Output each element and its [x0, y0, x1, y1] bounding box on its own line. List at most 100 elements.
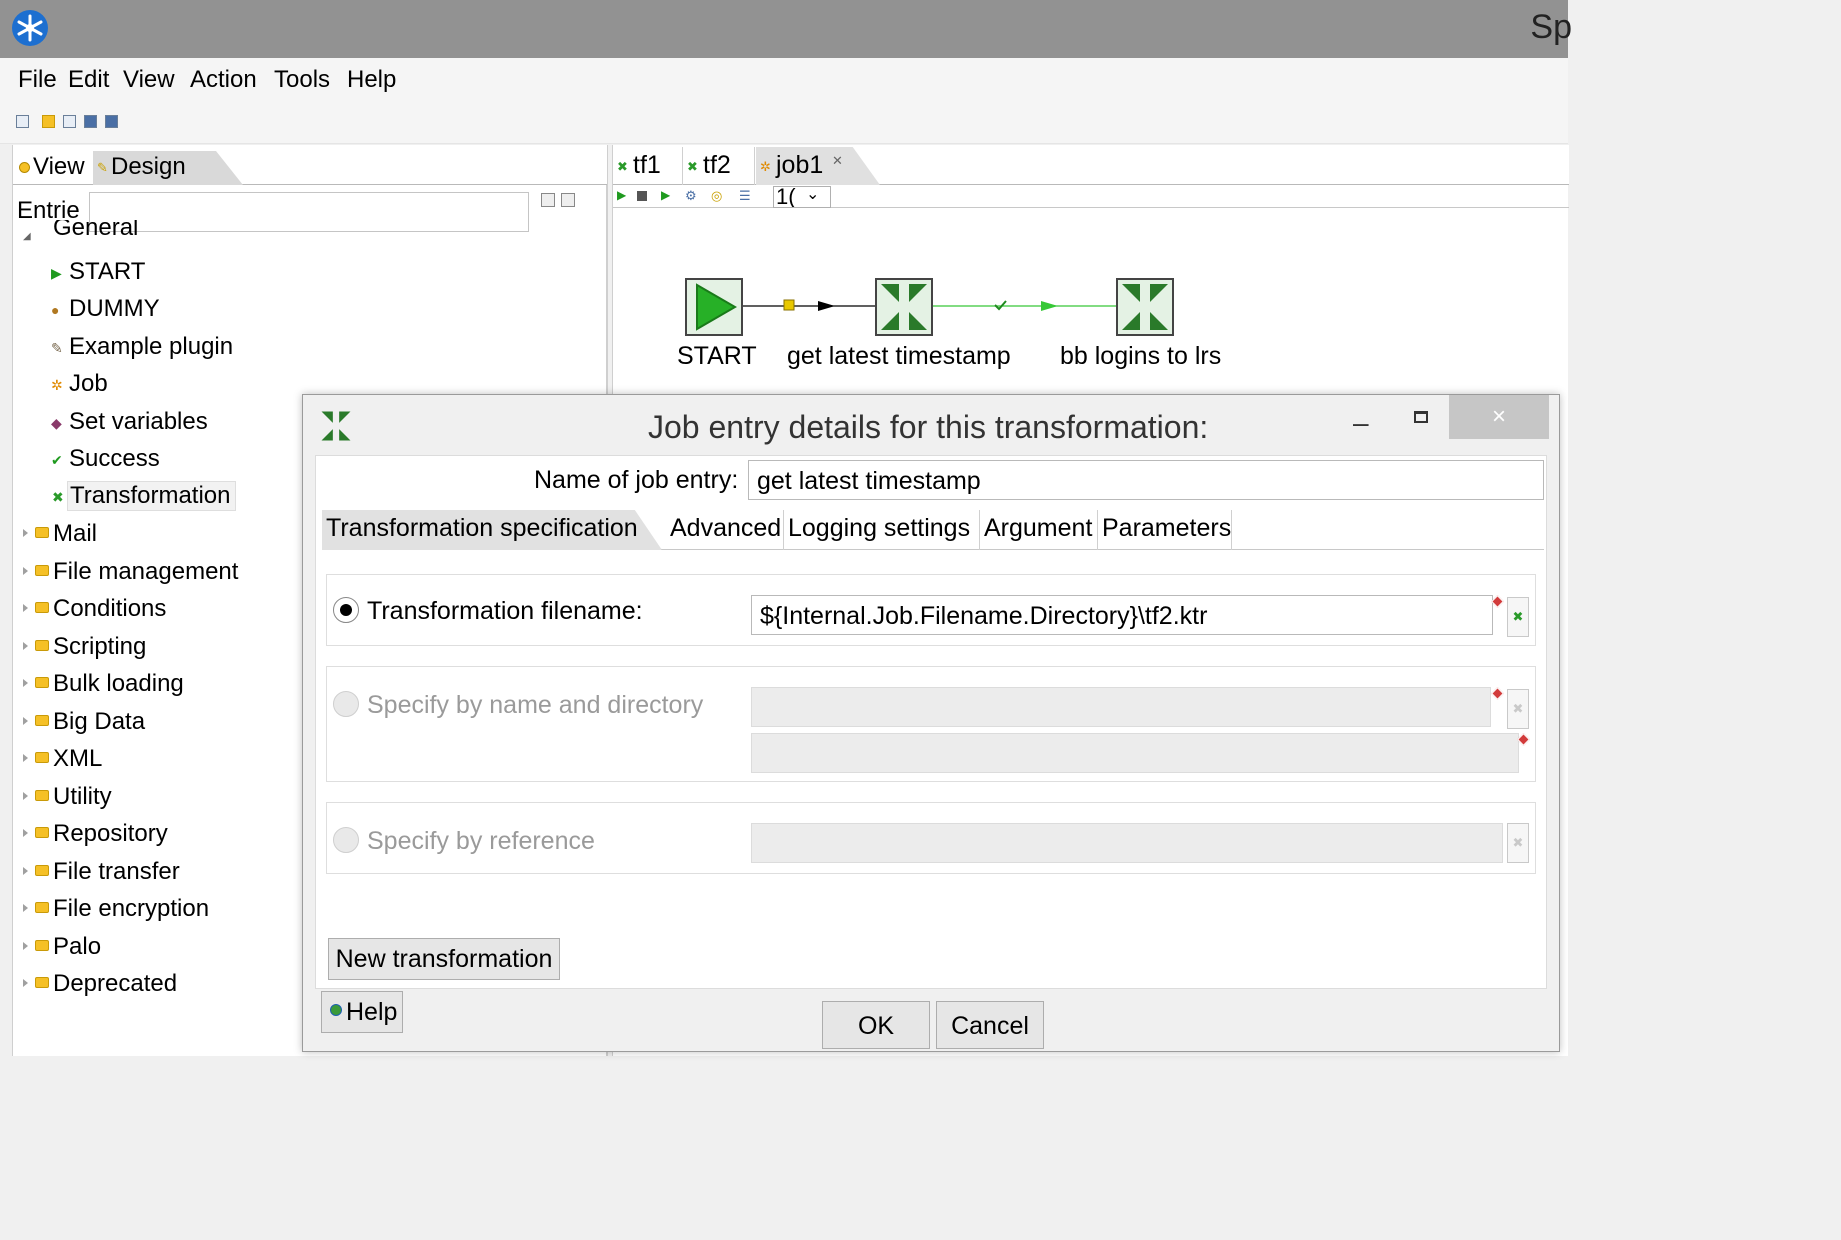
expand-arrow-icon[interactable]: [23, 717, 28, 725]
transformation-filename-value: ${Internal.Job.Filename.Directory}\tf2.k…: [760, 602, 1208, 630]
save-icon[interactable]: [84, 115, 97, 128]
expand-arrow-icon[interactable]: [23, 904, 28, 912]
tab-label: Transformation specification: [326, 514, 638, 542]
tree-item-label: DUMMY: [69, 295, 160, 322]
maximize-icon[interactable]: [1414, 411, 1428, 423]
tree-folder-utility[interactable]: Utility: [23, 783, 112, 811]
expand-arrow-icon[interactable]: [23, 979, 28, 987]
tree-item-transformation[interactable]: ✖ Transformation: [52, 481, 236, 511]
button-label: New transformation: [335, 945, 553, 973]
tree-folder-big-data[interactable]: Big Data: [23, 708, 145, 736]
tree-folder-file-encryption[interactable]: File encryption: [23, 895, 210, 923]
title-bar: Sp: [0, 0, 1572, 58]
menu-file[interactable]: File: [18, 66, 57, 94]
menu-action[interactable]: Action: [190, 66, 257, 94]
expand-arrow-icon[interactable]: [23, 679, 28, 687]
menu-tools[interactable]: Tools: [274, 66, 330, 94]
entries-search-input[interactable]: [89, 192, 529, 232]
tree-folder-label: Scripting: [53, 633, 147, 660]
tree-item-example-plugin[interactable]: ✎ Example plugin: [51, 333, 234, 361]
menu-bar: File Edit View Action Tools Help: [0, 58, 1568, 100]
view-icon: [19, 162, 30, 173]
explore-repository-icon[interactable]: [63, 115, 76, 128]
tab-argument[interactable]: Argument: [980, 510, 1098, 550]
menu-help[interactable]: Help: [347, 66, 396, 94]
tree-folder-conditions[interactable]: Conditions: [23, 595, 166, 623]
tree-folder-xml[interactable]: XML: [23, 745, 102, 773]
expand-arrow-icon[interactable]: [23, 829, 28, 837]
expand-arrow-icon[interactable]: [23, 867, 28, 875]
expand-arrow-icon[interactable]: [23, 754, 28, 762]
tab-logging-settings[interactable]: Logging settings: [784, 510, 980, 550]
transformation-name-input[interactable]: [751, 687, 1491, 727]
tree-folder-general[interactable]: General: [53, 220, 138, 248]
menu-edit[interactable]: Edit: [68, 66, 109, 94]
dialog-title: Job entry details for this transformatio…: [648, 409, 1209, 445]
button-label: OK: [857, 1012, 895, 1040]
close-button[interactable]: ×: [1449, 395, 1549, 439]
folder-icon: [35, 827, 49, 838]
transformation-arrows-icon: [881, 284, 927, 330]
cancel-button[interactable]: Cancel: [936, 1001, 1044, 1049]
expand-arrow-icon[interactable]: [23, 604, 28, 612]
transformation-filename-label: Transformation filename:: [367, 597, 643, 625]
radio-transformation-filename[interactable]: [333, 597, 359, 623]
directory-input[interactable]: [751, 733, 1519, 773]
app-logo-icon: [12, 10, 48, 46]
job-node-start[interactable]: [685, 278, 743, 336]
node-label-start: START: [677, 342, 757, 370]
radio-specify-by-reference[interactable]: [333, 827, 359, 853]
browse-reference-button[interactable]: ✖: [1507, 823, 1529, 863]
tree-folder-file-transfer[interactable]: File transfer: [23, 858, 180, 886]
expand-arrow-icon[interactable]: [23, 792, 28, 800]
new-transformation-button[interactable]: New transformation: [328, 938, 560, 980]
collapse-arrow-icon[interactable]: ◢: [23, 231, 31, 242]
tree-folder-mail[interactable]: Mail: [23, 520, 98, 548]
tree-item-set-variables[interactable]: ◆ Set variables: [51, 408, 208, 436]
tree-folder-bulk-loading[interactable]: Bulk loading: [23, 670, 184, 698]
expand-arrow-icon[interactable]: [23, 642, 28, 650]
tree-folder-file-management[interactable]: File management: [23, 558, 238, 586]
minimize-icon[interactable]: –: [1353, 407, 1369, 439]
transformation-arrows-icon: [1122, 284, 1168, 330]
job-node-get-latest-timestamp[interactable]: [875, 278, 933, 336]
job-node-bb-logins-to-lrs[interactable]: [1116, 278, 1174, 336]
collapse-all-icon[interactable]: [561, 193, 575, 207]
tab-design[interactable]: ✎ Design: [93, 151, 243, 185]
tree-item-success[interactable]: ✔ Success: [51, 445, 160, 473]
tree-folder-palo[interactable]: Palo: [23, 933, 101, 961]
ok-button[interactable]: OK: [822, 1001, 930, 1049]
expand-arrow-icon[interactable]: [23, 567, 28, 575]
folder-icon: [35, 527, 49, 538]
reference-input[interactable]: [751, 823, 1503, 863]
folder-icon: [35, 940, 49, 951]
tree-item-dummy[interactable]: ● DUMMY: [51, 295, 160, 323]
tree-folder-label: File encryption: [53, 895, 210, 922]
job-entry-name-input[interactable]: get latest timestamp: [748, 460, 1544, 500]
new-file-icon[interactable]: [16, 115, 29, 128]
folder-icon: [35, 640, 49, 651]
tab-parameters[interactable]: Parameters: [1098, 510, 1232, 550]
expand-arrow-icon[interactable]: [23, 942, 28, 950]
tab-transformation-specification[interactable]: Transformation specification: [322, 510, 662, 550]
menu-view[interactable]: View: [123, 66, 175, 94]
open-file-icon[interactable]: [42, 115, 55, 128]
tree-folder-deprecated[interactable]: Deprecated: [23, 970, 177, 998]
tree-item-label: Example plugin: [69, 333, 234, 360]
tab-view[interactable]: View: [15, 151, 89, 185]
hop-success-icon: [994, 300, 1007, 311]
tree-folder-scripting[interactable]: Scripting: [23, 633, 147, 661]
browse-name-button[interactable]: ✖: [1507, 689, 1529, 729]
tree-folder-label: Mail: [53, 520, 98, 547]
tree-item-job[interactable]: ✲ Job: [51, 370, 108, 398]
tab-advanced[interactable]: Advanced: [666, 510, 784, 550]
tree-folder-repository[interactable]: Repository: [23, 820, 168, 848]
expand-arrow-icon[interactable]: [23, 529, 28, 537]
save-as-icon[interactable]: [105, 115, 118, 128]
tree-item-start[interactable]: ▶ START: [51, 258, 145, 286]
browse-transformation-button[interactable]: ✖: [1507, 597, 1529, 637]
radio-name-and-directory[interactable]: [333, 691, 359, 717]
help-button[interactable]: Help: [321, 991, 403, 1033]
expand-all-icon[interactable]: [541, 193, 555, 207]
transformation-filename-input[interactable]: ${Internal.Job.Filename.Directory}\tf2.k…: [751, 595, 1493, 635]
